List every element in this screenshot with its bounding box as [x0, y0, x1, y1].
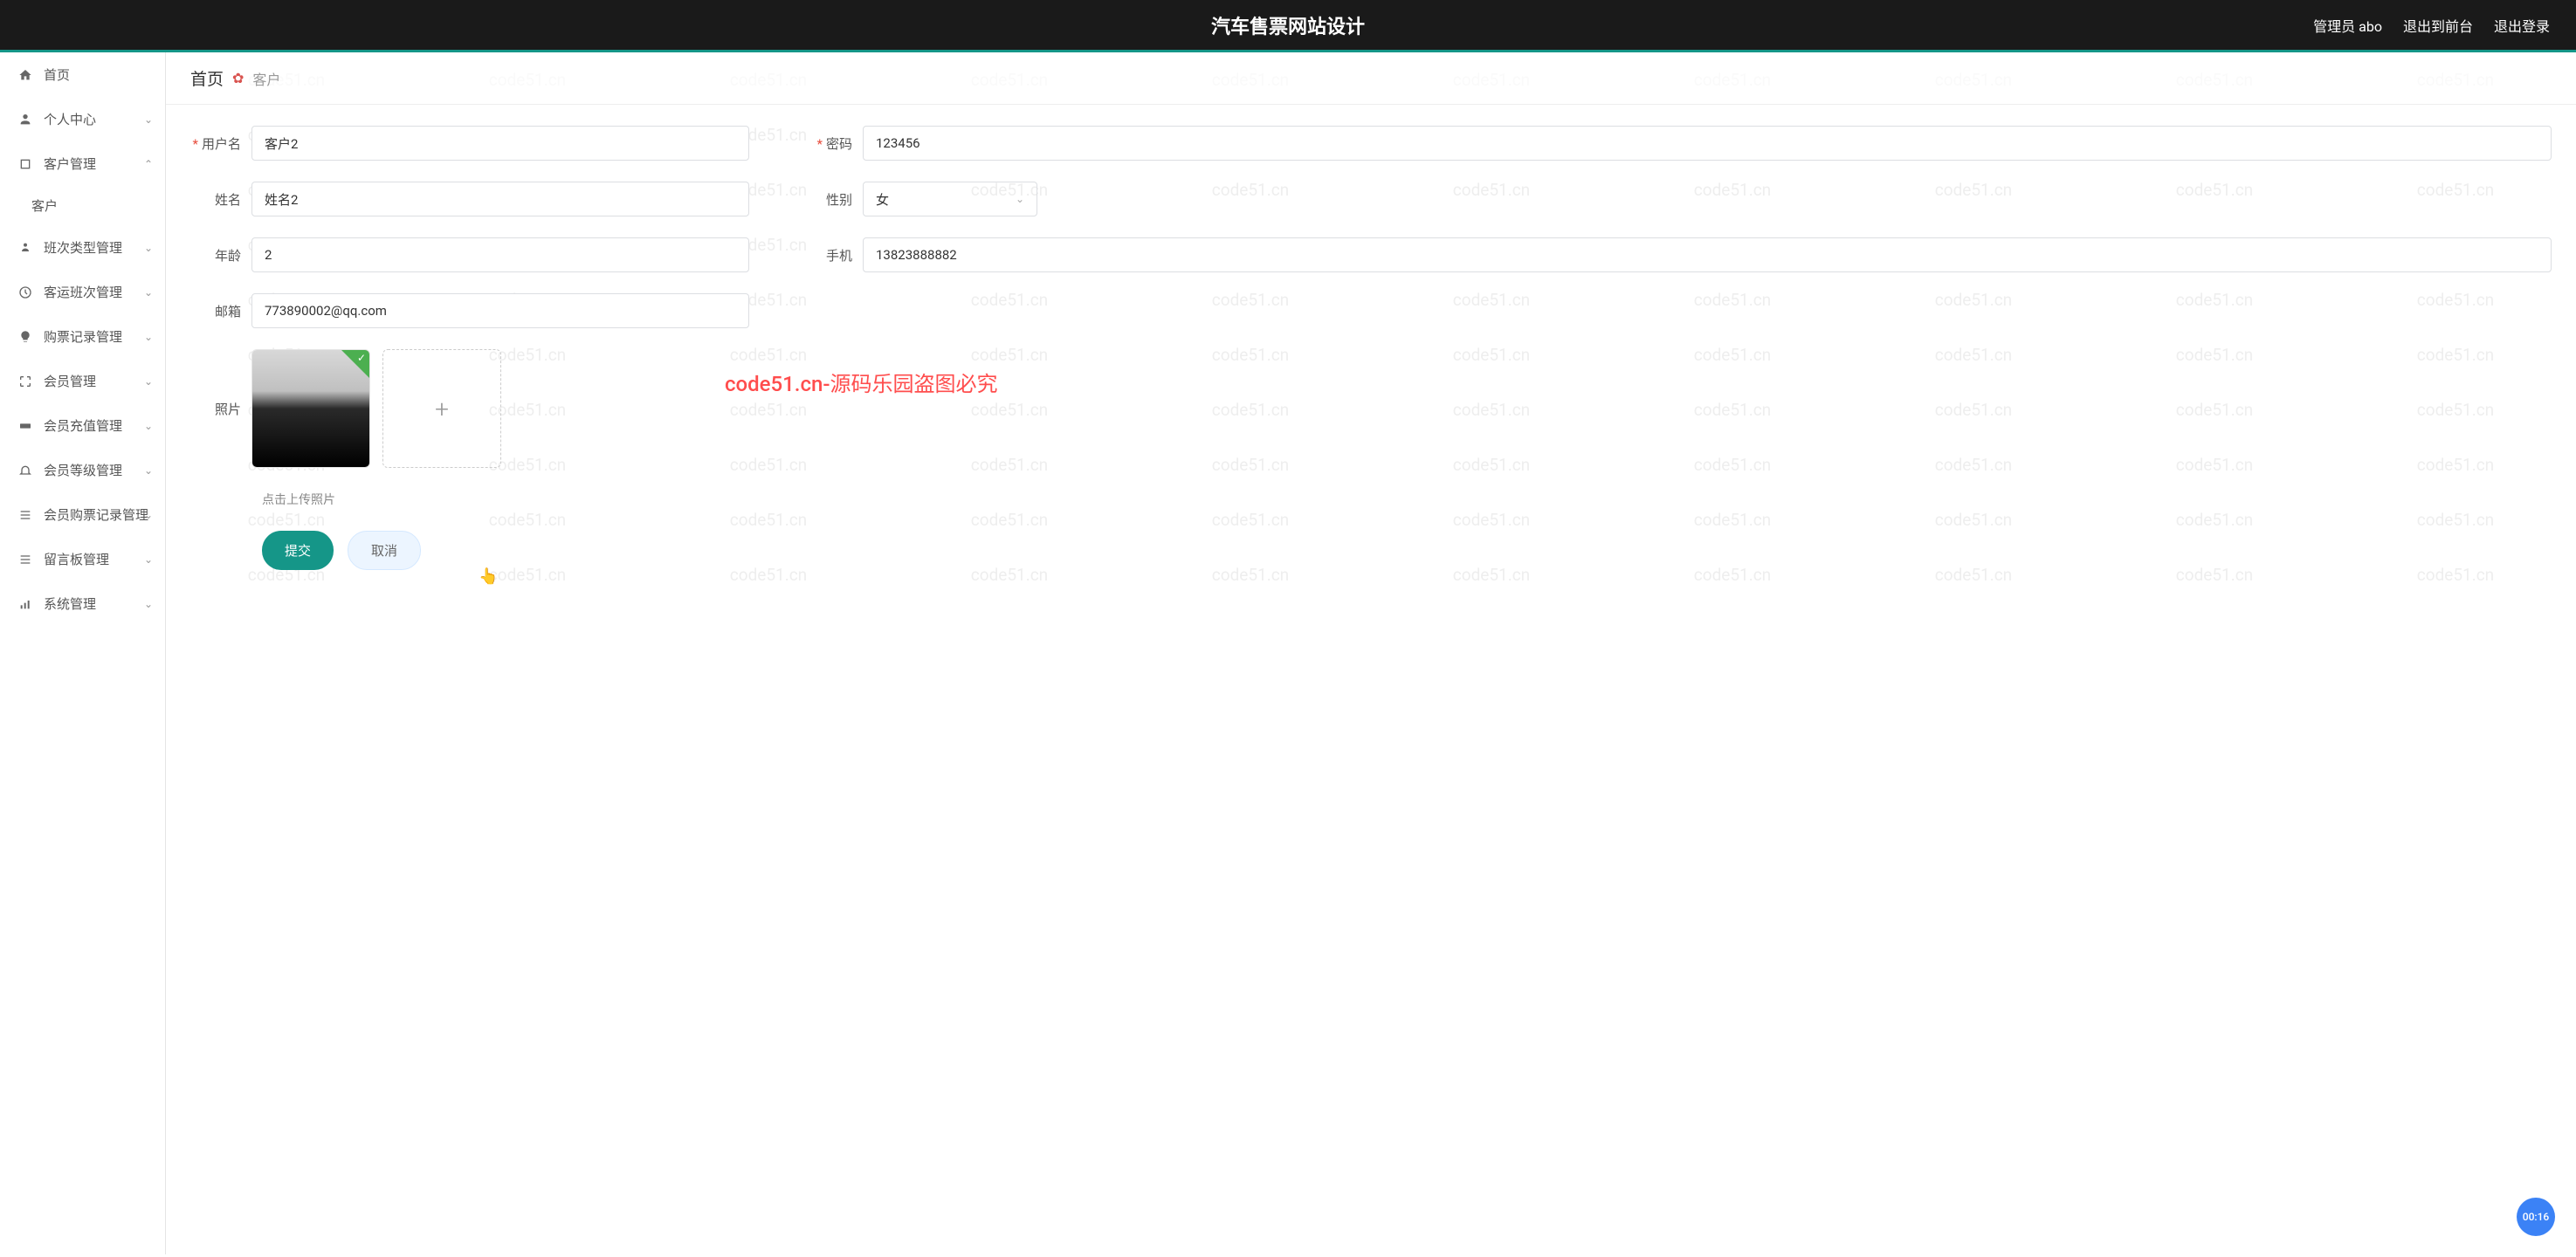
exit-front-link[interactable]: 退出到前台	[2403, 15, 2473, 36]
clock-icon	[16, 285, 35, 299]
field-username: *用户名	[190, 126, 749, 161]
photo-label: 照片	[190, 349, 251, 418]
sidebar-item-label: 个人中心	[44, 110, 96, 128]
name-input[interactable]	[251, 182, 749, 216]
chevron-down-icon: ⌄	[144, 331, 153, 343]
sidebar-item-label: 会员等级管理	[44, 461, 122, 479]
sidebar-item-label: 会员充值管理	[44, 416, 122, 435]
sidebar: 首页 个人中心 ⌄ 客户管理 ⌃ 客户 班次类型管理 ⌄	[0, 52, 166, 1254]
sidebar-item-label: 系统管理	[44, 594, 96, 613]
cursor-icon: 👆	[479, 567, 498, 586]
email-input[interactable]	[251, 293, 749, 328]
field-phone: 手机	[802, 237, 2552, 272]
sidebar-sub-customer[interactable]: 客户	[0, 186, 165, 225]
chevron-down-icon: ⌄	[144, 242, 153, 254]
chevron-down-icon: ⌄	[1016, 193, 1024, 205]
submit-button[interactable]: 提交	[262, 531, 334, 570]
sidebar-sub-label: 客户	[31, 198, 58, 214]
app-title: 汽车售票网站设计	[1211, 11, 1365, 39]
breadcrumb-icon: ✿	[232, 70, 244, 86]
breadcrumb-current: 客户	[252, 68, 280, 89]
watermark-notice: code51.cn-源码乐园盗图必究	[725, 367, 998, 397]
form-area: *用户名 *密码 姓名 性别 女 ⌄	[166, 105, 2576, 591]
sidebar-item-ticket-record[interactable]: 购票记录管理 ⌄	[0, 314, 165, 359]
upload-hint: 点击上传照片	[262, 477, 2552, 531]
password-label: *密码	[802, 134, 863, 153]
chevron-down-icon: ⌄	[144, 420, 153, 432]
sidebar-item-label: 客户管理	[44, 155, 96, 173]
home-icon	[16, 68, 35, 82]
menu-icon	[16, 553, 35, 567]
sidebar-item-member[interactable]: 会员管理 ⌄	[0, 359, 165, 403]
chevron-down-icon: ⌄	[144, 464, 153, 477]
sidebar-item-customer[interactable]: 客户管理 ⌃	[0, 141, 165, 186]
sidebar-item-member-ticket[interactable]: 会员购票记录管理 ⌄	[0, 492, 165, 537]
sidebar-item-message-board[interactable]: 留言板管理 ⌄	[0, 537, 165, 581]
sidebar-item-label: 会员购票记录管理	[44, 505, 148, 524]
timer-badge: 00:16	[2517, 1198, 2555, 1236]
field-gender: 性别 女 ⌄	[802, 182, 2552, 216]
sidebar-item-label: 会员管理	[44, 372, 96, 390]
logout-link[interactable]: 退出登录	[2494, 15, 2550, 36]
field-password: *密码	[802, 126, 2552, 161]
plus-icon: +	[435, 395, 449, 423]
ticket-icon	[16, 419, 35, 433]
check-icon: ✓	[357, 352, 366, 364]
chevron-down-icon: ⌄	[144, 598, 153, 610]
cancel-button[interactable]: 取消	[348, 531, 421, 570]
sidebar-item-label: 留言板管理	[44, 550, 109, 568]
sidebar-item-member-recharge[interactable]: 会员充值管理 ⌄	[0, 403, 165, 448]
person-dots-icon	[16, 241, 35, 255]
person-icon	[16, 113, 35, 127]
sidebar-item-bus-schedule[interactable]: 客运班次管理 ⌄	[0, 270, 165, 314]
sidebar-item-system[interactable]: 系统管理 ⌄	[0, 581, 165, 626]
name-label: 姓名	[190, 190, 251, 209]
username-label: *用户名	[190, 134, 251, 153]
email-label: 邮箱	[190, 302, 251, 320]
phone-label: 手机	[802, 246, 863, 264]
chevron-up-icon: ⌃	[144, 158, 153, 170]
sidebar-item-profile[interactable]: 个人中心 ⌄	[0, 97, 165, 141]
sidebar-item-label: 班次类型管理	[44, 238, 122, 257]
chevron-down-icon: ⌄	[144, 553, 153, 566]
upload-button[interactable]: +	[382, 349, 501, 468]
phone-input[interactable]	[863, 237, 2552, 272]
bulb-icon	[16, 330, 35, 344]
admin-label[interactable]: 管理员 abo	[2313, 15, 2382, 36]
age-label: 年龄	[190, 246, 251, 264]
chevron-down-icon: ⌄	[144, 286, 153, 299]
gender-label: 性别	[802, 190, 863, 209]
password-input[interactable]	[863, 126, 2552, 161]
photo-thumbnail[interactable]: ✓	[251, 349, 370, 468]
main-content: code51.cncode51.cncode51.cncode51.cncode…	[166, 52, 2576, 1254]
header-actions: 管理员 abo 退出到前台 退出登录	[2313, 15, 2550, 36]
breadcrumb-home[interactable]: 首页	[190, 66, 224, 90]
button-row: 提交 取消	[262, 531, 2552, 570]
crop-icon	[16, 157, 35, 171]
sidebar-item-label: 购票记录管理	[44, 327, 122, 346]
app-header: 汽车售票网站设计 管理员 abo 退出到前台 退出登录	[0, 0, 2576, 52]
chevron-down-icon: ⌄	[144, 509, 153, 521]
gender-select[interactable]: 女 ⌄	[863, 182, 1037, 216]
sidebar-item-home[interactable]: 首页	[0, 52, 165, 97]
chevron-down-icon: ⌄	[144, 113, 153, 126]
username-input[interactable]	[251, 126, 749, 161]
field-photo: 照片 ✓ +	[190, 349, 2552, 468]
field-email: 邮箱	[190, 293, 749, 328]
field-age: 年龄	[190, 237, 749, 272]
sidebar-item-label: 首页	[44, 65, 70, 84]
bell-icon	[16, 464, 35, 477]
field-name: 姓名	[190, 182, 749, 216]
gender-value: 女	[876, 190, 889, 209]
chevron-down-icon: ⌄	[144, 375, 153, 388]
sidebar-item-member-level[interactable]: 会员等级管理 ⌄	[0, 448, 165, 492]
bars-icon	[16, 597, 35, 611]
age-input[interactable]	[251, 237, 749, 272]
breadcrumb: 首页 ✿ 客户	[166, 52, 2576, 105]
sidebar-item-schedule-type[interactable]: 班次类型管理 ⌄	[0, 225, 165, 270]
fullscreen-icon	[16, 374, 35, 388]
sidebar-item-label: 客运班次管理	[44, 283, 122, 301]
menu-icon	[16, 508, 35, 522]
